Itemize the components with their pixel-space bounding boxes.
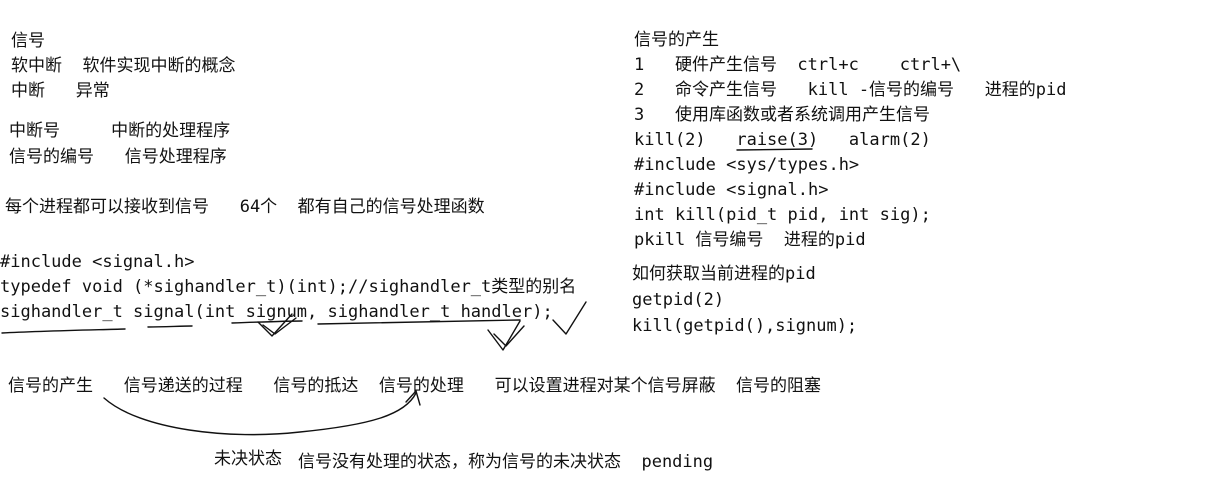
text-line: 中断 异常 [11,81,110,101]
curved-arrow [103,392,417,436]
text-line: 信号的产生 [634,30,719,50]
code-line: #include <signal.h> [634,180,829,200]
pending-label: 未决状态 [214,449,282,469]
text-line: 中断号 中断的处理程序 [9,121,231,141]
check-mark [493,325,525,347]
text-line: 1 硬件产生信号 ctrl+c ctrl+\ [634,55,962,75]
text-line: 信号的编号 信号处理程序 [9,147,227,167]
code-line: typedef void (*sighandler_t)(int);//sigh… [0,277,577,297]
check-mark [487,320,521,351]
text-line: 3 使用库函数或者系统调用产生信号 [634,105,930,125]
text-line: 每个进程都可以接收到信号 64个 都有自己的信号处理函数 [5,197,485,217]
text-line: 信号 [11,31,45,51]
code-line: getpid(2) [632,290,725,310]
text-line: 2 命令产生信号 kill -信号的编号 进程的pid [634,80,1067,100]
underline-stroke [1,328,126,334]
underline-stroke [147,325,193,328]
check-mark [552,301,587,335]
signal-flow-line: 信号的产生 信号递送的过程 信号的抵达 信号的处理 可以设置进程对某个信号屏蔽 … [8,376,822,396]
text-line: 软中断 软件实现中断的概念 [11,56,236,76]
code-line: kill(2) raise(3) alarm(2) [634,130,931,150]
code-line: sighandler_t signal(int signum, sighandl… [0,302,553,322]
text-line: 如何获取当前进程的pid [632,264,816,284]
code-line: kill(getpid(),signum); [632,316,858,336]
text-line: pkill 信号编号 进程的pid [634,230,866,250]
code-line: #include <signal.h> [0,252,195,272]
pending-text: 信号没有处理的状态，称为信号的未决状态 pending [298,452,714,472]
code-line: #include <sys/types.h> [634,155,860,175]
code-line: int kill(pid_t pid, int sig); [634,205,931,225]
